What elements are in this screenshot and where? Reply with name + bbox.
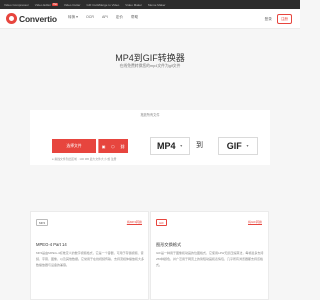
choose-files-label: 选择文件 [66, 143, 82, 148]
chevron-down-icon: ▼ [245, 144, 250, 148]
google-drive-icon[interactable]: ⬡ [111, 144, 115, 149]
nav-links: 转换 ▾ OCR API 定价 帮助 [68, 15, 138, 20]
nav-pricing[interactable]: 定价 [116, 15, 123, 20]
nav-api[interactable]: API [102, 15, 108, 20]
to-label: 到 [196, 142, 203, 149]
nav-help[interactable]: 帮助 [131, 15, 138, 20]
hot-badge: Hot [52, 3, 58, 6]
from-format-select[interactable]: MP4 ▼ [150, 137, 190, 155]
page-subtitle: 在线免费转换您的mp4文件为gif文件 [119, 64, 181, 68]
from-format-value: MP4 [157, 141, 176, 151]
topbar-link-gif-cut-merge[interactable]: GIF Cut&Merge to Video [86, 3, 119, 7]
logo-text: Convertio [19, 13, 57, 24]
drop-label: 拖放所有文件 [140, 113, 160, 117]
auth-links: 登录 注册 [265, 14, 292, 24]
main-navbar: Convertio 转换 ▾ OCR API 定价 帮助 登录 注册 [0, 9, 300, 29]
format-tag: MP4 [36, 219, 49, 226]
topbar-link-video-cutter[interactable]: Video Cutter [64, 3, 81, 7]
nav-ocr[interactable]: OCR [86, 15, 94, 20]
to-format-value: GIF [226, 141, 242, 151]
card-description: GIF是一种用于图像和动画的位图格式，它使用LZW无损压缩算法，每帧最多支持25… [156, 251, 264, 267]
topbar-link-video-editor[interactable]: Video Editor Hot [35, 3, 58, 7]
format-tag: GIF [156, 219, 167, 226]
to-format-select[interactable]: GIF ▼ [218, 137, 258, 155]
drop-hint: ● 拖拽文件到此区域 · 100 MB 最大文件大小 或 注册 [52, 157, 117, 161]
url-link-icon[interactable]: ⛓ [120, 144, 125, 149]
topbar-link-video-compressor[interactable]: Video Compressor [4, 3, 29, 7]
topbar-link-meme-maker[interactable]: Meme Maker [148, 3, 166, 7]
top-product-bar: Video Compressor Video Editor Hot Video C… [0, 0, 300, 9]
source-icons: ▣ ⬡ ⛓ [98, 139, 128, 153]
topbar-link-label: Video Editor [34, 2, 52, 7]
card-title: 图形交换格式 [156, 242, 182, 247]
convert-mp4-link[interactable]: 将MP4转换 [127, 220, 142, 224]
format-info-card-gif: GIF 将GIF转换 图形交换格式 GIF是一种用于图像和动画的位图格式，它使用… [150, 211, 269, 300]
format-info-card-mp4: MP4 将MP4转换 MPEG-4 Part 14 MP4是由MPEG-4标准定… [30, 211, 149, 300]
card-title: MPEG-4 Part 14 [36, 242, 67, 247]
signup-button[interactable]: 注册 [276, 14, 292, 24]
chevron-down-icon: ▼ [179, 144, 183, 148]
dropbox-icon[interactable]: ▣ [102, 144, 106, 149]
logo[interactable]: Convertio [6, 13, 57, 24]
convertio-logo-icon [6, 13, 17, 24]
convert-gif-link[interactable]: 将GIF转换 [248, 220, 262, 224]
page-title: MP4到GIF转换器 [115, 53, 185, 63]
card-description: MP4是由MPEG-4标准定义的数字视频格式，它是一个容器，可用于存储视频、音频… [36, 251, 145, 267]
nav-convert-menu[interactable]: 转换 ▾ [68, 15, 78, 20]
choose-files-button[interactable]: 选择文件 [52, 139, 96, 153]
topbar-link-video-maker[interactable]: Video Maker [125, 3, 142, 7]
login-link[interactable]: 登录 [265, 17, 272, 22]
